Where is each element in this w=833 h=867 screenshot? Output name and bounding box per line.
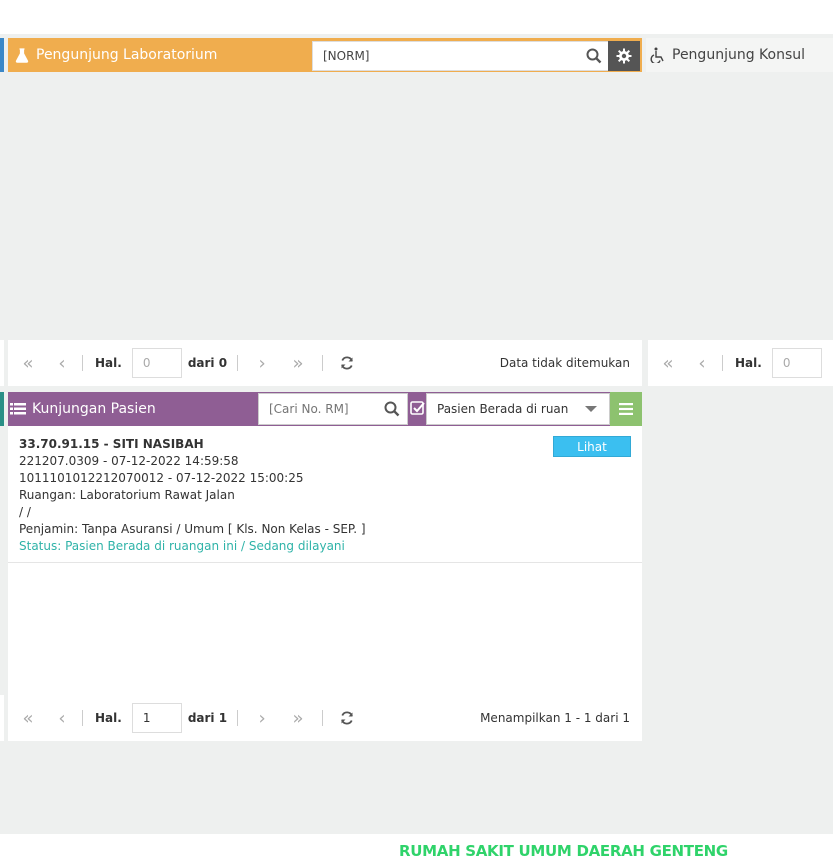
flask-icon (14, 47, 30, 63)
location-filter-select[interactable]: Pasien Berada di ruan (426, 393, 610, 425)
page-label: Hal. (95, 356, 122, 370)
first-page-icon[interactable]: « (8, 340, 48, 386)
first-page-icon[interactable]: « (8, 695, 48, 741)
registration-line: 221207.0309 - 07-12-2022 14:59:58 (19, 454, 239, 468)
wheelchair-icon (650, 47, 666, 63)
view-button[interactable]: Lihat (553, 436, 631, 457)
lab-search-box (312, 41, 610, 71)
payer-line: Penjamin: Tanpa Asuransi / Umum [ Kls. N… (19, 522, 366, 536)
pager-divider (322, 355, 324, 371)
pager-divider (322, 710, 324, 726)
status-line: Status: Pasien Berada di ruangan ini / S… (19, 539, 345, 553)
lab-panel-title: Pengunjung Laboratorium (36, 47, 218, 63)
page-label: Hal. (95, 711, 122, 725)
patient-name: 33.70.91.15 - SITI NASIBAH (19, 437, 204, 451)
pager-divider (722, 355, 723, 371)
konsul-panel-header: Pengunjung Konsul (646, 38, 833, 72)
next-page-icon[interactable]: › (244, 695, 280, 741)
last-page-icon[interactable]: » (280, 340, 316, 386)
gear-icon[interactable] (608, 41, 640, 71)
hospital-brand: RUMAH SAKIT UMUM DAERAH GENTENG (399, 842, 728, 860)
room-line: Ruangan: Laboratorium Rawat Jalan (19, 488, 235, 502)
rm-search-box (258, 393, 408, 425)
prev-page-icon[interactable]: ‹ (48, 340, 76, 386)
lab-search-input[interactable] (313, 42, 579, 70)
pager-status: Data tidak ditemukan (499, 356, 630, 370)
workspace: Pengunjung Laboratorium Pengunjung Konsu… (0, 34, 833, 834)
pager-divider (82, 355, 83, 371)
page-number-input[interactable] (131, 348, 182, 378)
chevron-down-icon (585, 406, 597, 412)
pager-divider (237, 355, 239, 371)
left-panel-edge (0, 392, 4, 426)
list-item: 33.70.91.15 - SITI NASIBAH 221207.0309 -… (8, 426, 642, 563)
first-page-icon[interactable]: « (648, 340, 688, 386)
list-icon (10, 401, 26, 417)
last-page-icon[interactable]: » (280, 695, 316, 741)
page-label: Hal. (735, 356, 762, 370)
pager-divider (82, 710, 83, 726)
lab-panel-header: Pengunjung Laboratorium (8, 38, 642, 72)
lab-panel-body (8, 72, 642, 340)
left-pager-strip (0, 695, 4, 741)
refresh-icon[interactable] (329, 695, 365, 741)
prev-page-icon[interactable]: ‹ (48, 695, 76, 741)
prev-page-icon[interactable]: ‹ (688, 340, 716, 386)
search-icon[interactable] (377, 394, 407, 424)
extra-line: / / (19, 505, 31, 519)
pager-status: Menampilkan 1 - 1 dari 1 (480, 711, 630, 725)
rm-search-input[interactable] (259, 394, 377, 424)
menu-icon[interactable] (610, 392, 642, 426)
kunjungan-list: 33.70.91.15 - SITI NASIBAH 221207.0309 -… (8, 426, 642, 695)
next-page-icon[interactable]: › (244, 340, 280, 386)
location-filter-value: Pasien Berada di ruan (437, 402, 569, 416)
pager-divider (237, 710, 239, 726)
kunjungan-pager: « ‹ Hal. dari 1 › » Menampilkan 1 - 1 da… (8, 695, 642, 741)
kunjungan-panel-header: Kunjungan Pasien Pasien Berada di ruan (8, 392, 642, 426)
filter-checkbox-icon[interactable] (410, 400, 426, 416)
search-icon[interactable] (579, 42, 609, 70)
konsul-panel-title: Pengunjung Konsul (672, 47, 806, 63)
konsul-pager: « ‹ Hal. (648, 340, 833, 386)
kunjungan-panel-title: Kunjungan Pasien (32, 401, 156, 417)
lab-pager: « ‹ Hal. dari 0 › » Data tidak ditemukan (8, 340, 642, 386)
page-number-input[interactable] (131, 703, 182, 733)
left-panel-edge (0, 38, 4, 72)
visit-line: 1011101012212070012 - 07-12-2022 15:00:2… (19, 471, 304, 485)
page-total: dari 0 (187, 356, 228, 370)
refresh-icon[interactable] (329, 340, 365, 386)
page-number-input[interactable] (771, 348, 822, 378)
page-total: dari 1 (187, 711, 228, 725)
left-pager-strip (0, 340, 4, 386)
